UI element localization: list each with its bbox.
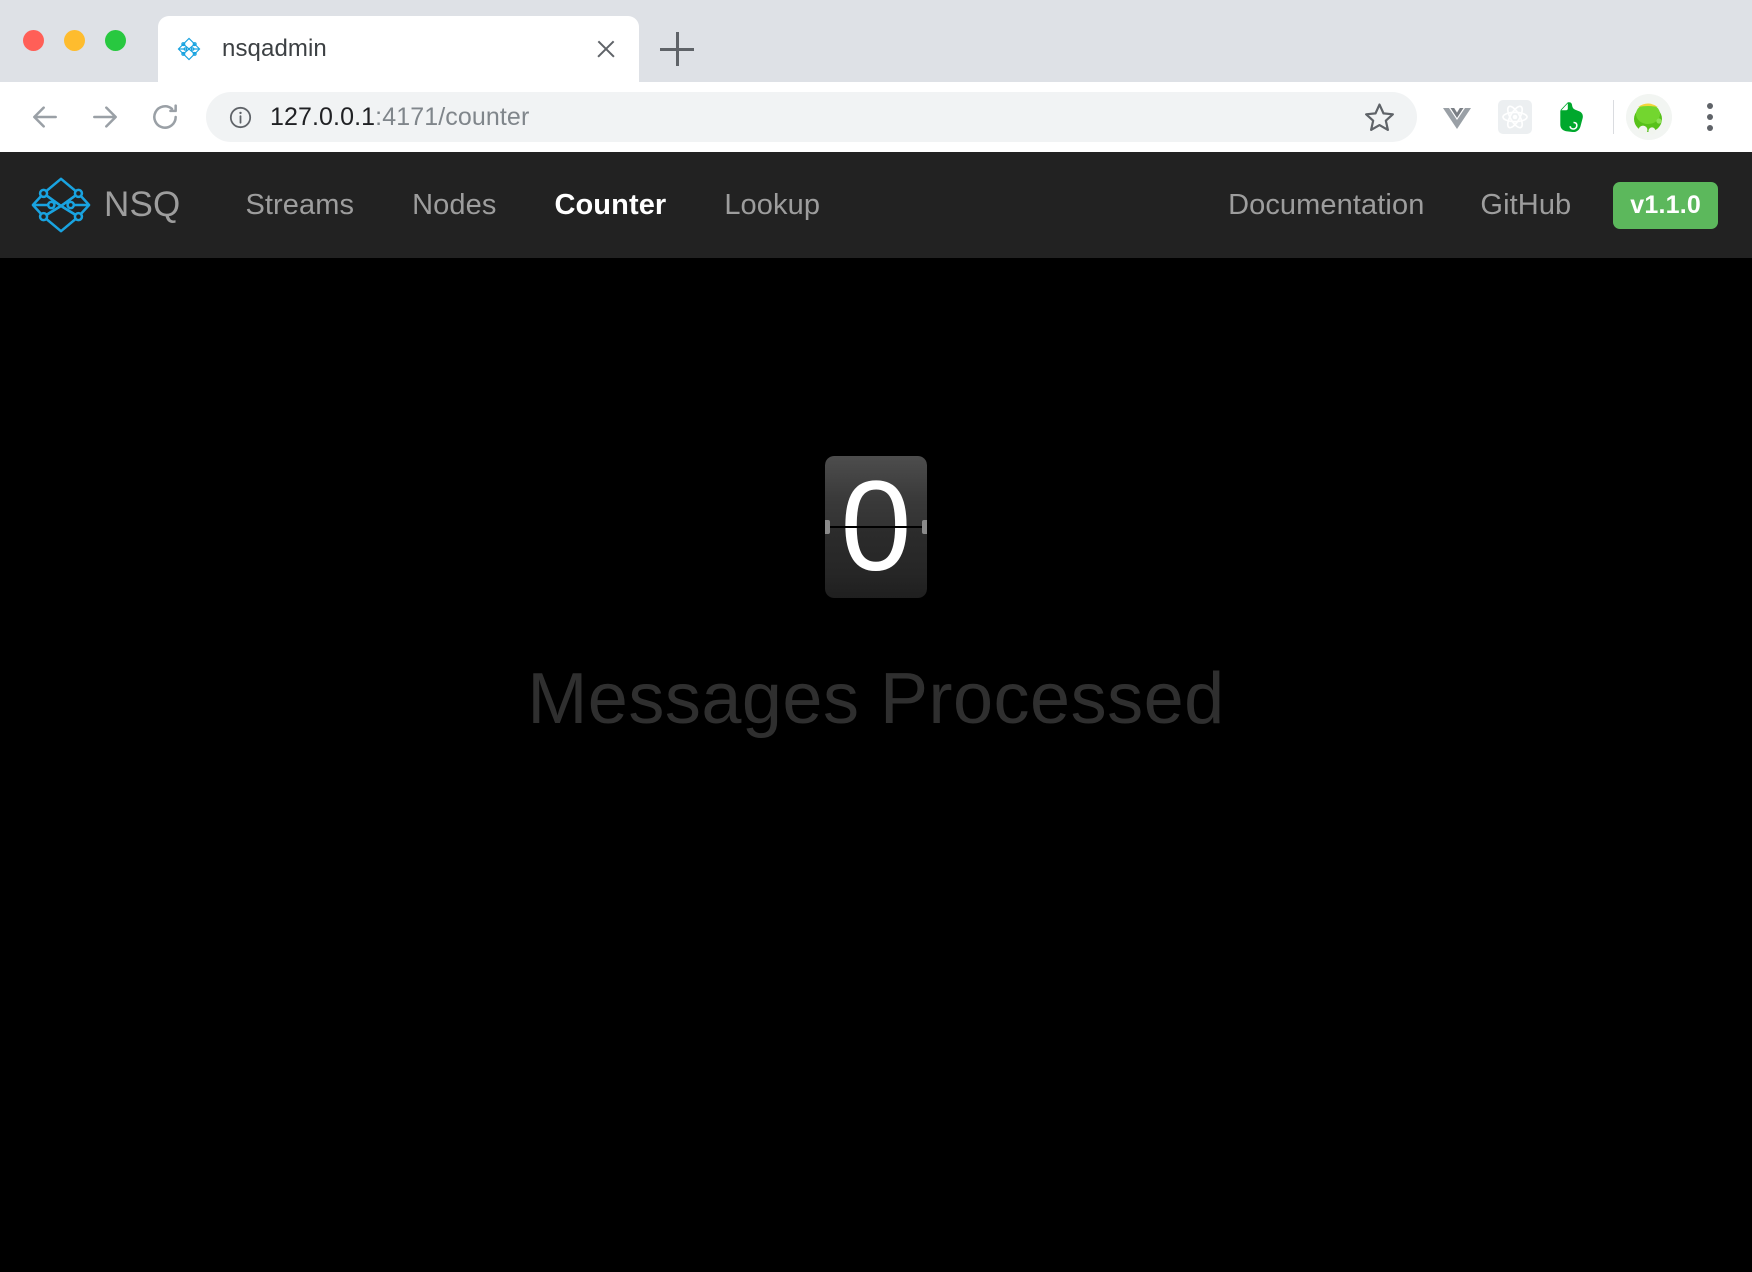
nav-item-streams[interactable]: Streams xyxy=(216,189,383,222)
browser-chrome: nsqadmin 127.0.0.1:4171/counter xyxy=(0,0,1752,152)
profile-avatar[interactable] xyxy=(1626,94,1672,140)
nsq-diamond-logo-icon xyxy=(31,177,91,233)
version-badge[interactable]: v1.1.0 xyxy=(1613,181,1718,229)
tab-strip: nsqadmin xyxy=(0,0,1752,82)
evernote-button[interactable] xyxy=(1549,93,1597,141)
nsq-favicon-icon xyxy=(177,37,201,61)
flip-digit-hinge-left-icon xyxy=(825,520,830,534)
flip-digit-value-bottom: 0 xyxy=(825,527,927,598)
forward-button[interactable] xyxy=(82,94,128,140)
new-tab-icon[interactable] xyxy=(660,32,694,66)
react-devtools-button[interactable] xyxy=(1491,93,1539,141)
nav-item-github[interactable]: GitHub xyxy=(1452,189,1599,222)
flip-digit-top-half: 0 xyxy=(825,456,927,527)
vue-devtools-button[interactable] xyxy=(1433,93,1481,141)
chrome-menu-button[interactable] xyxy=(1690,93,1730,141)
url-text[interactable]: 127.0.0.1:4171/counter xyxy=(270,103,1359,132)
flip-digit-value-top: 0 xyxy=(825,456,927,527)
flip-digit-divider xyxy=(825,526,927,528)
vue-devtools-icon xyxy=(1443,108,1471,129)
window-close-button[interactable] xyxy=(23,30,44,51)
browser-tab[interactable]: nsqadmin xyxy=(158,16,639,82)
window-traffic-lights xyxy=(23,30,126,51)
flip-counter: 0 0 xyxy=(0,456,1752,598)
nav-item-documentation[interactable]: Documentation xyxy=(1200,189,1452,222)
page-content: NSQ Streams Nodes Counter Lookup Documen… xyxy=(0,152,1752,1272)
react-devtools-icon xyxy=(1498,100,1532,134)
reload-icon xyxy=(153,104,177,129)
url-host: 127.0.0.1 xyxy=(270,102,376,131)
nav-item-nodes[interactable]: Nodes xyxy=(383,189,525,222)
forward-icon xyxy=(93,106,117,128)
flip-digit-hinge-right-icon xyxy=(922,520,927,534)
address-bar[interactable]: 127.0.0.1:4171/counter xyxy=(206,92,1417,142)
close-tab-icon[interactable] xyxy=(591,34,621,64)
nav-item-counter[interactable]: Counter xyxy=(525,189,695,222)
tab-strip-top-fill xyxy=(0,0,1752,6)
window-minimize-button[interactable] xyxy=(64,30,85,51)
tab-title: nsqadmin xyxy=(222,35,327,62)
counter-label: Messages Processed xyxy=(527,659,1225,739)
counter-area: 0 0 Messages Processed xyxy=(0,258,1752,1272)
toolbar-separator xyxy=(1613,100,1614,134)
info-circle-icon[interactable] xyxy=(228,105,253,130)
back-button[interactable] xyxy=(22,94,68,140)
evernote-icon xyxy=(1560,102,1583,133)
menu-dot-icon xyxy=(1707,114,1713,120)
menu-dot-icon xyxy=(1707,103,1713,109)
nsq-brand-name: NSQ xyxy=(104,185,181,224)
nsq-nav-links: Streams Nodes Counter Lookup xyxy=(216,189,849,222)
avatar xyxy=(1626,94,1672,140)
reload-button[interactable] xyxy=(142,94,188,140)
browser-toolbar: 127.0.0.1:4171/counter xyxy=(0,82,1752,152)
nsq-nav-right: Documentation GitHub v1.1.0 xyxy=(1200,181,1718,229)
nsq-navbar: NSQ Streams Nodes Counter Lookup Documen… xyxy=(0,152,1752,258)
window-maximize-button[interactable] xyxy=(105,30,126,51)
nav-item-lookup[interactable]: Lookup xyxy=(695,189,849,222)
bookmark-button[interactable] xyxy=(1359,97,1399,137)
menu-dot-icon xyxy=(1707,125,1713,131)
back-icon xyxy=(33,106,57,128)
url-path: :4171/counter xyxy=(375,102,530,131)
star-icon xyxy=(1364,102,1394,131)
nsq-brand[interactable]: NSQ xyxy=(30,174,180,236)
browser-window: nsqadmin 127.0.0.1:4171/counter NSQ Stre… xyxy=(0,0,1752,1272)
flip-digit: 0 0 xyxy=(825,456,927,598)
flip-digit-bottom-half: 0 xyxy=(825,527,927,598)
